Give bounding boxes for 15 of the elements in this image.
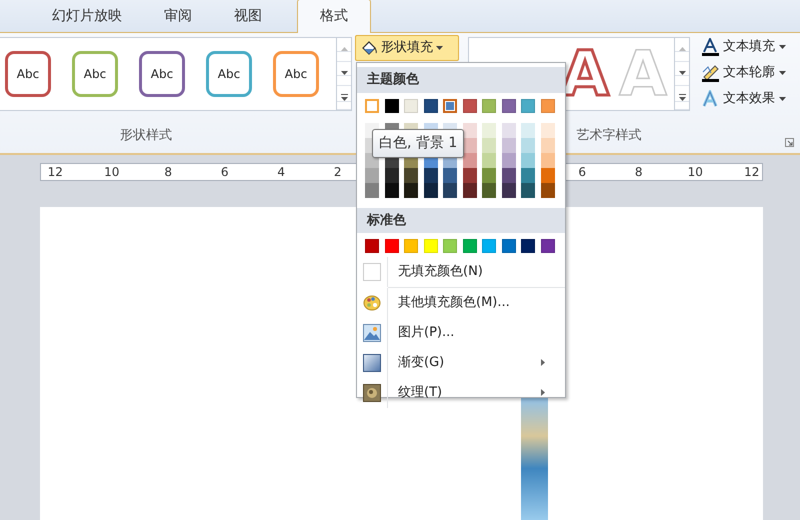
ruler-number: 6 <box>220 164 230 181</box>
menu-header: 主题颜色 <box>357 67 565 92</box>
group-label: 艺术字样式 <box>576 127 642 146</box>
ruler-number: 6 <box>577 164 588 181</box>
ruler-number: 10 <box>103 164 120 181</box>
ruler-number: 10 <box>686 164 704 181</box>
ruler-number: 12 <box>743 164 760 181</box>
ruler-number: 2 <box>332 164 343 181</box>
ruler-number: 12 <box>46 164 64 181</box>
group-label: 形状样式 <box>119 127 173 146</box>
tooltip: 白色, 背景 1 <box>372 129 464 158</box>
ruler-number: 8 <box>163 164 174 181</box>
ruler-number: 8 <box>634 164 644 181</box>
ruler-number: 4 <box>276 164 286 181</box>
menu-header: 标准色 <box>357 208 565 233</box>
